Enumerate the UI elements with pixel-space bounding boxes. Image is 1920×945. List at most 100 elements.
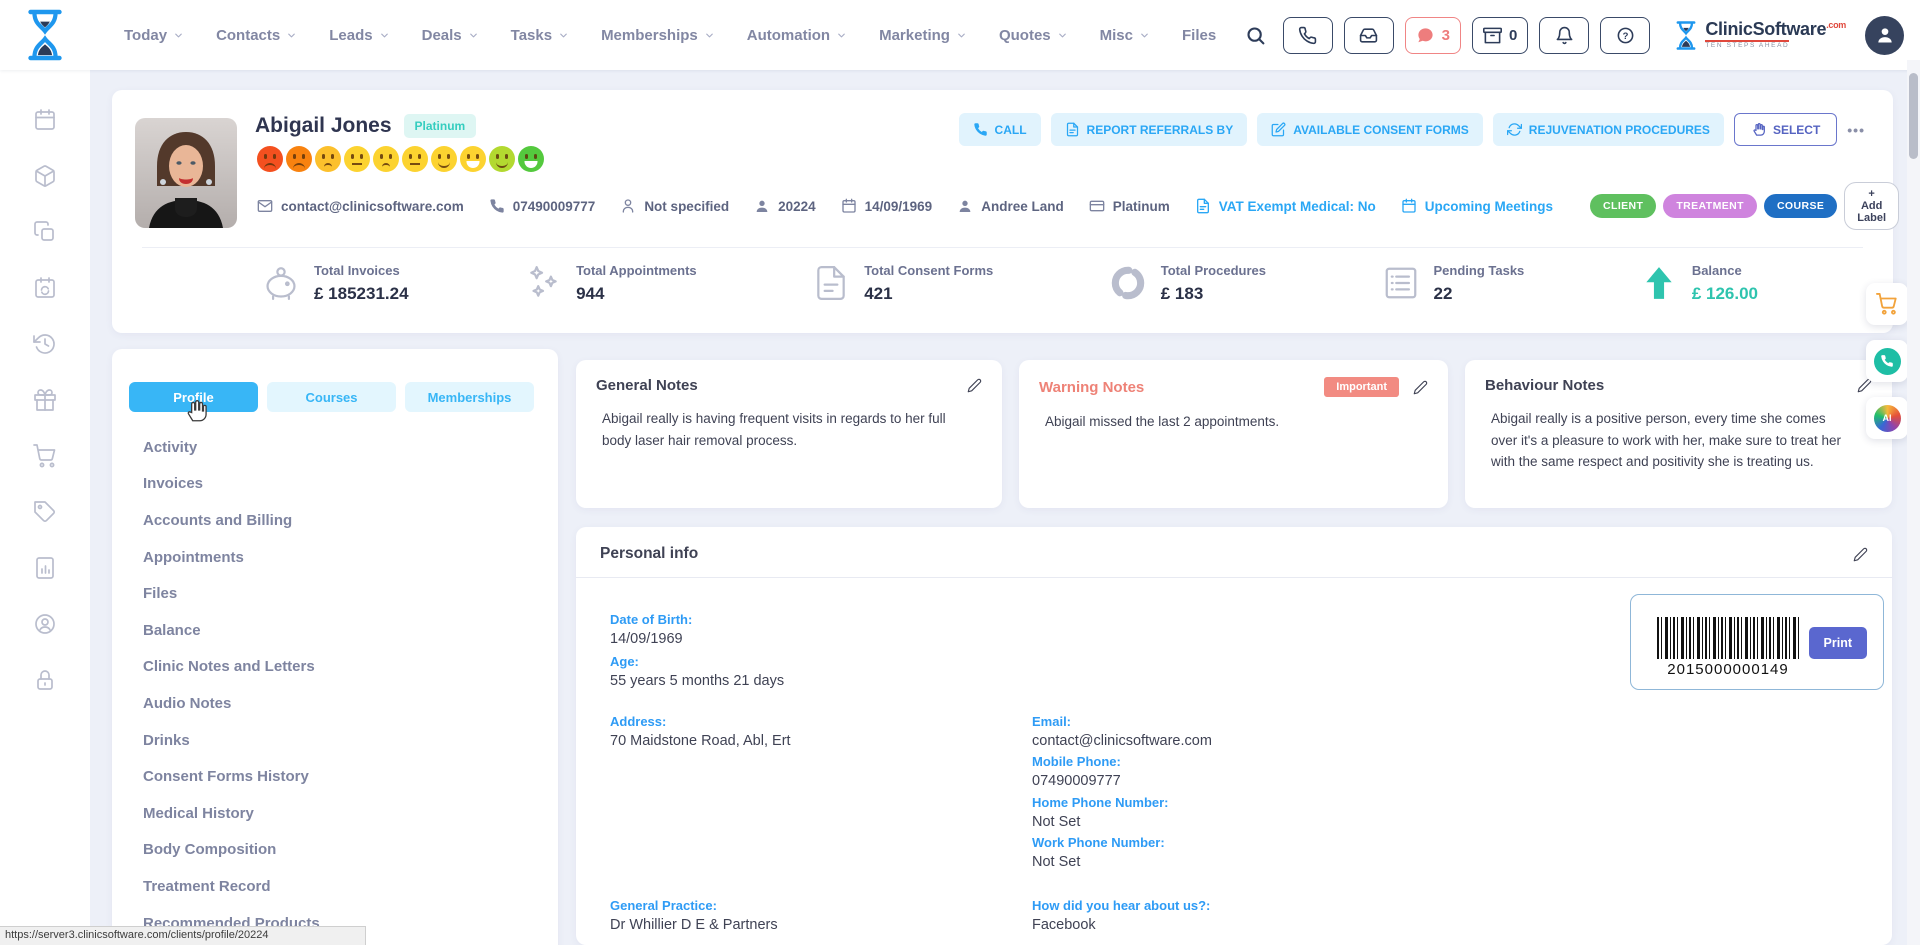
pos-register-button[interactable]: 0	[1472, 17, 1528, 54]
client-photo[interactable]	[135, 118, 237, 228]
menu-item-audio-notes[interactable]: Audio Notes	[143, 685, 540, 722]
mood-emoji-10[interactable]	[518, 146, 544, 172]
available-consent-forms-button[interactable]: AVAILABLE CONSENT FORMS	[1257, 113, 1483, 146]
menu-item-activity[interactable]: Activity	[143, 429, 540, 466]
upcoming-meetings-link[interactable]: Upcoming Meetings	[1401, 198, 1553, 214]
tab-profile[interactable]: Profile	[129, 382, 258, 412]
menu-item-drinks[interactable]: Drinks	[143, 722, 540, 759]
pencil-icon	[1853, 547, 1868, 562]
floating-ai-button[interactable]: AI	[1866, 397, 1908, 439]
client-barcode-box: 2015000000149 Print	[1630, 594, 1884, 690]
edit-warning-notes-button[interactable]	[1413, 380, 1428, 395]
nav-item-quotes[interactable]: Quotes	[999, 27, 1068, 44]
inbox-button[interactable]	[1344, 17, 1394, 54]
nav-item-today[interactable]: Today	[124, 27, 184, 44]
user-avatar[interactable]	[1865, 16, 1904, 55]
mood-emoji-8[interactable]	[460, 146, 486, 172]
client-owner[interactable]: Andree Land	[957, 198, 1064, 214]
menu-item-appointments[interactable]: Appointments	[143, 539, 540, 576]
more-options-button[interactable]: •••	[1847, 122, 1865, 138]
menu-item-files[interactable]: Files	[143, 575, 540, 612]
dialer-button[interactable]	[1283, 17, 1333, 54]
call-button[interactable]: CALL	[959, 113, 1041, 146]
nav-item-memberships[interactable]: Memberships	[601, 27, 715, 44]
mood-emoji-3[interactable]	[315, 146, 341, 172]
client-phone[interactable]: 07490009777	[489, 198, 596, 214]
nav-item-files[interactable]: Files	[1182, 27, 1216, 44]
rail-gift-icon[interactable]	[33, 388, 57, 412]
select-button[interactable]: SELECT	[1734, 113, 1837, 146]
messages-button[interactable]: 3	[1405, 17, 1461, 54]
floating-cart-button[interactable]	[1866, 283, 1908, 325]
nav-item-automation[interactable]: Automation	[747, 27, 847, 44]
tab-memberships[interactable]: Memberships	[405, 382, 534, 412]
add-label-button[interactable]: + Add Label	[1844, 182, 1899, 230]
nav-item-deals[interactable]: Deals	[422, 27, 479, 44]
topbar-actions: 3 0 ? ClinicSoftware.com TEN STEPS AHEAD	[1245, 0, 1904, 70]
rail-history-icon[interactable]	[33, 332, 57, 356]
nav-item-leads[interactable]: Leads	[329, 27, 389, 44]
tab-courses[interactable]: Courses	[267, 382, 396, 412]
rejuvenation-procedures-button[interactable]: REJUVENATION PROCEDURES	[1493, 113, 1724, 146]
menu-item-medical-history[interactable]: Medical History	[143, 795, 540, 832]
app-logo-hourglass-icon[interactable]	[22, 8, 68, 62]
rail-cart-icon[interactable]	[33, 444, 57, 468]
mood-emoji-1[interactable]	[257, 146, 283, 172]
svg-text:?: ?	[1622, 30, 1628, 41]
stat-pending-tasks: Pending Tasks22	[1382, 262, 1525, 304]
menu-item-treatment-record[interactable]: Treatment Record	[143, 868, 540, 905]
notifications-button[interactable]	[1539, 17, 1589, 54]
client-email[interactable]: contact@clinicsoftware.com	[257, 198, 464, 214]
rail-report-icon[interactable]	[33, 556, 57, 580]
client-stats-row: Total Invoices£ 185231.24 Total Appointm…	[262, 262, 1758, 304]
menu-item-consent-forms-history[interactable]: Consent Forms History	[143, 758, 540, 795]
top-navigation: Today Contacts Leads Deals Tasks Members…	[124, 0, 1216, 70]
menu-item-clinic-notes-and-letters[interactable]: Clinic Notes and Letters	[143, 649, 540, 686]
mood-emoji-4[interactable]	[344, 146, 370, 172]
rail-lock-icon[interactable]	[33, 668, 57, 692]
menu-item-invoices[interactable]: Invoices	[143, 466, 540, 503]
client-tier[interactable]: Platinum	[1089, 198, 1170, 214]
rail-calendar-icon[interactable]	[33, 108, 57, 132]
rail-calendar-sync-icon[interactable]	[33, 276, 57, 300]
mood-emoji-2[interactable]	[286, 146, 312, 172]
scrollbar-thumb[interactable]	[1909, 73, 1918, 159]
mood-emoji-7[interactable]	[431, 146, 457, 172]
field-email: Email: contact@clinicsoftware.com	[1032, 714, 1212, 749]
edit-general-notes-button[interactable]	[967, 378, 982, 393]
search-icon[interactable]	[1245, 25, 1266, 46]
nav-item-contacts[interactable]: Contacts	[216, 27, 297, 44]
inbox-icon	[1359, 26, 1378, 45]
client-field-not-specified[interactable]: Not specified	[620, 198, 729, 214]
help-button[interactable]: ?	[1600, 17, 1650, 54]
menu-item-accounts-and-billing[interactable]: Accounts and Billing	[143, 502, 540, 539]
menu-item-body-composition[interactable]: Body Composition	[143, 832, 540, 869]
person-icon	[957, 198, 973, 214]
label-treatment[interactable]: TREATMENT	[1663, 194, 1757, 218]
edit-personal-info-button[interactable]	[1853, 547, 1868, 562]
envelope-icon	[257, 198, 273, 214]
rail-tag-icon[interactable]	[33, 500, 57, 524]
rail-copy-icon[interactable]	[33, 220, 57, 244]
profile-menu: Activity Invoices Accounts and Billing A…	[143, 429, 540, 941]
label-course[interactable]: COURSE	[1764, 194, 1837, 218]
mood-emoji-5[interactable]	[373, 146, 399, 172]
label-client[interactable]: CLIENT	[1590, 194, 1656, 218]
print-barcode-button[interactable]: Print	[1809, 627, 1867, 659]
vat-exempt-link[interactable]: VAT Exempt Medical: No	[1195, 198, 1376, 214]
pencil-icon	[1413, 380, 1428, 395]
behaviour-notes-card: Behaviour Notes Abigail really is a posi…	[1465, 360, 1892, 508]
nav-item-misc[interactable]: Misc	[1100, 27, 1150, 44]
floating-whatsapp-button[interactable]	[1866, 340, 1908, 382]
menu-item-balance[interactable]: Balance	[143, 612, 540, 649]
mood-emoji-6[interactable]	[402, 146, 428, 172]
nav-item-marketing[interactable]: Marketing	[879, 27, 967, 44]
mood-emoji-9[interactable]	[489, 146, 515, 172]
client-id[interactable]: 20224	[754, 198, 816, 214]
rail-package-icon[interactable]	[33, 164, 57, 188]
rail-account-icon[interactable]	[33, 612, 57, 636]
brand-logo[interactable]: ClinicSoftware.com TEN STEPS AHEAD	[1673, 20, 1846, 51]
client-dob[interactable]: 14/09/1969	[841, 198, 933, 214]
nav-item-tasks[interactable]: Tasks	[511, 27, 569, 44]
report-referrals-button[interactable]: REPORT REFERRALS BY	[1051, 113, 1248, 146]
